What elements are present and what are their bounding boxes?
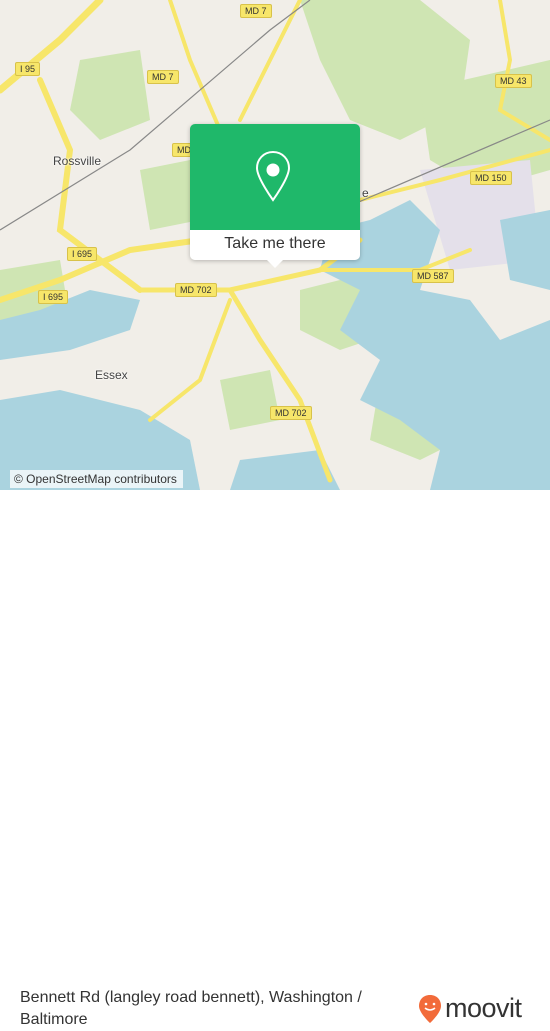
road-label: MD 702 (270, 406, 312, 420)
destination-popup[interactable]: Take me there (190, 124, 360, 268)
road-label: MD 587 (412, 269, 454, 283)
moovit-logo[interactable]: moovit (418, 993, 522, 1024)
attribution[interactable]: © OpenStreetMap contributors (10, 470, 183, 488)
road-label: MD 7 (147, 70, 179, 84)
popup-pointer (267, 260, 283, 268)
map[interactable]: MD 7 MD 7 I 95 MD 43 MD 150 MD 587 I 695… (0, 0, 550, 490)
place-label: Rossville (53, 154, 102, 168)
moovit-pin-icon (419, 994, 441, 1023)
location-title: Bennett Rd (langley road bennett), Washi… (20, 989, 362, 1028)
map-pin-icon (255, 150, 291, 202)
place-label: Essex (95, 368, 128, 382)
road-label: MD 43 (495, 74, 532, 88)
road-label: I 95 (15, 62, 41, 76)
place-label: e (362, 186, 369, 200)
take-me-there-button[interactable]: Take me there (190, 230, 360, 260)
road-label: I 695 (38, 290, 69, 304)
road-label: MD 150 (470, 171, 512, 185)
road-label: MD 7 (240, 4, 272, 18)
brand-name: moovit (445, 993, 522, 1023)
footer: Bennett Rd (langley road bennett), Washi… (0, 490, 550, 1028)
road-label: I 695 (67, 247, 98, 261)
road-label: MD 702 (175, 283, 217, 297)
